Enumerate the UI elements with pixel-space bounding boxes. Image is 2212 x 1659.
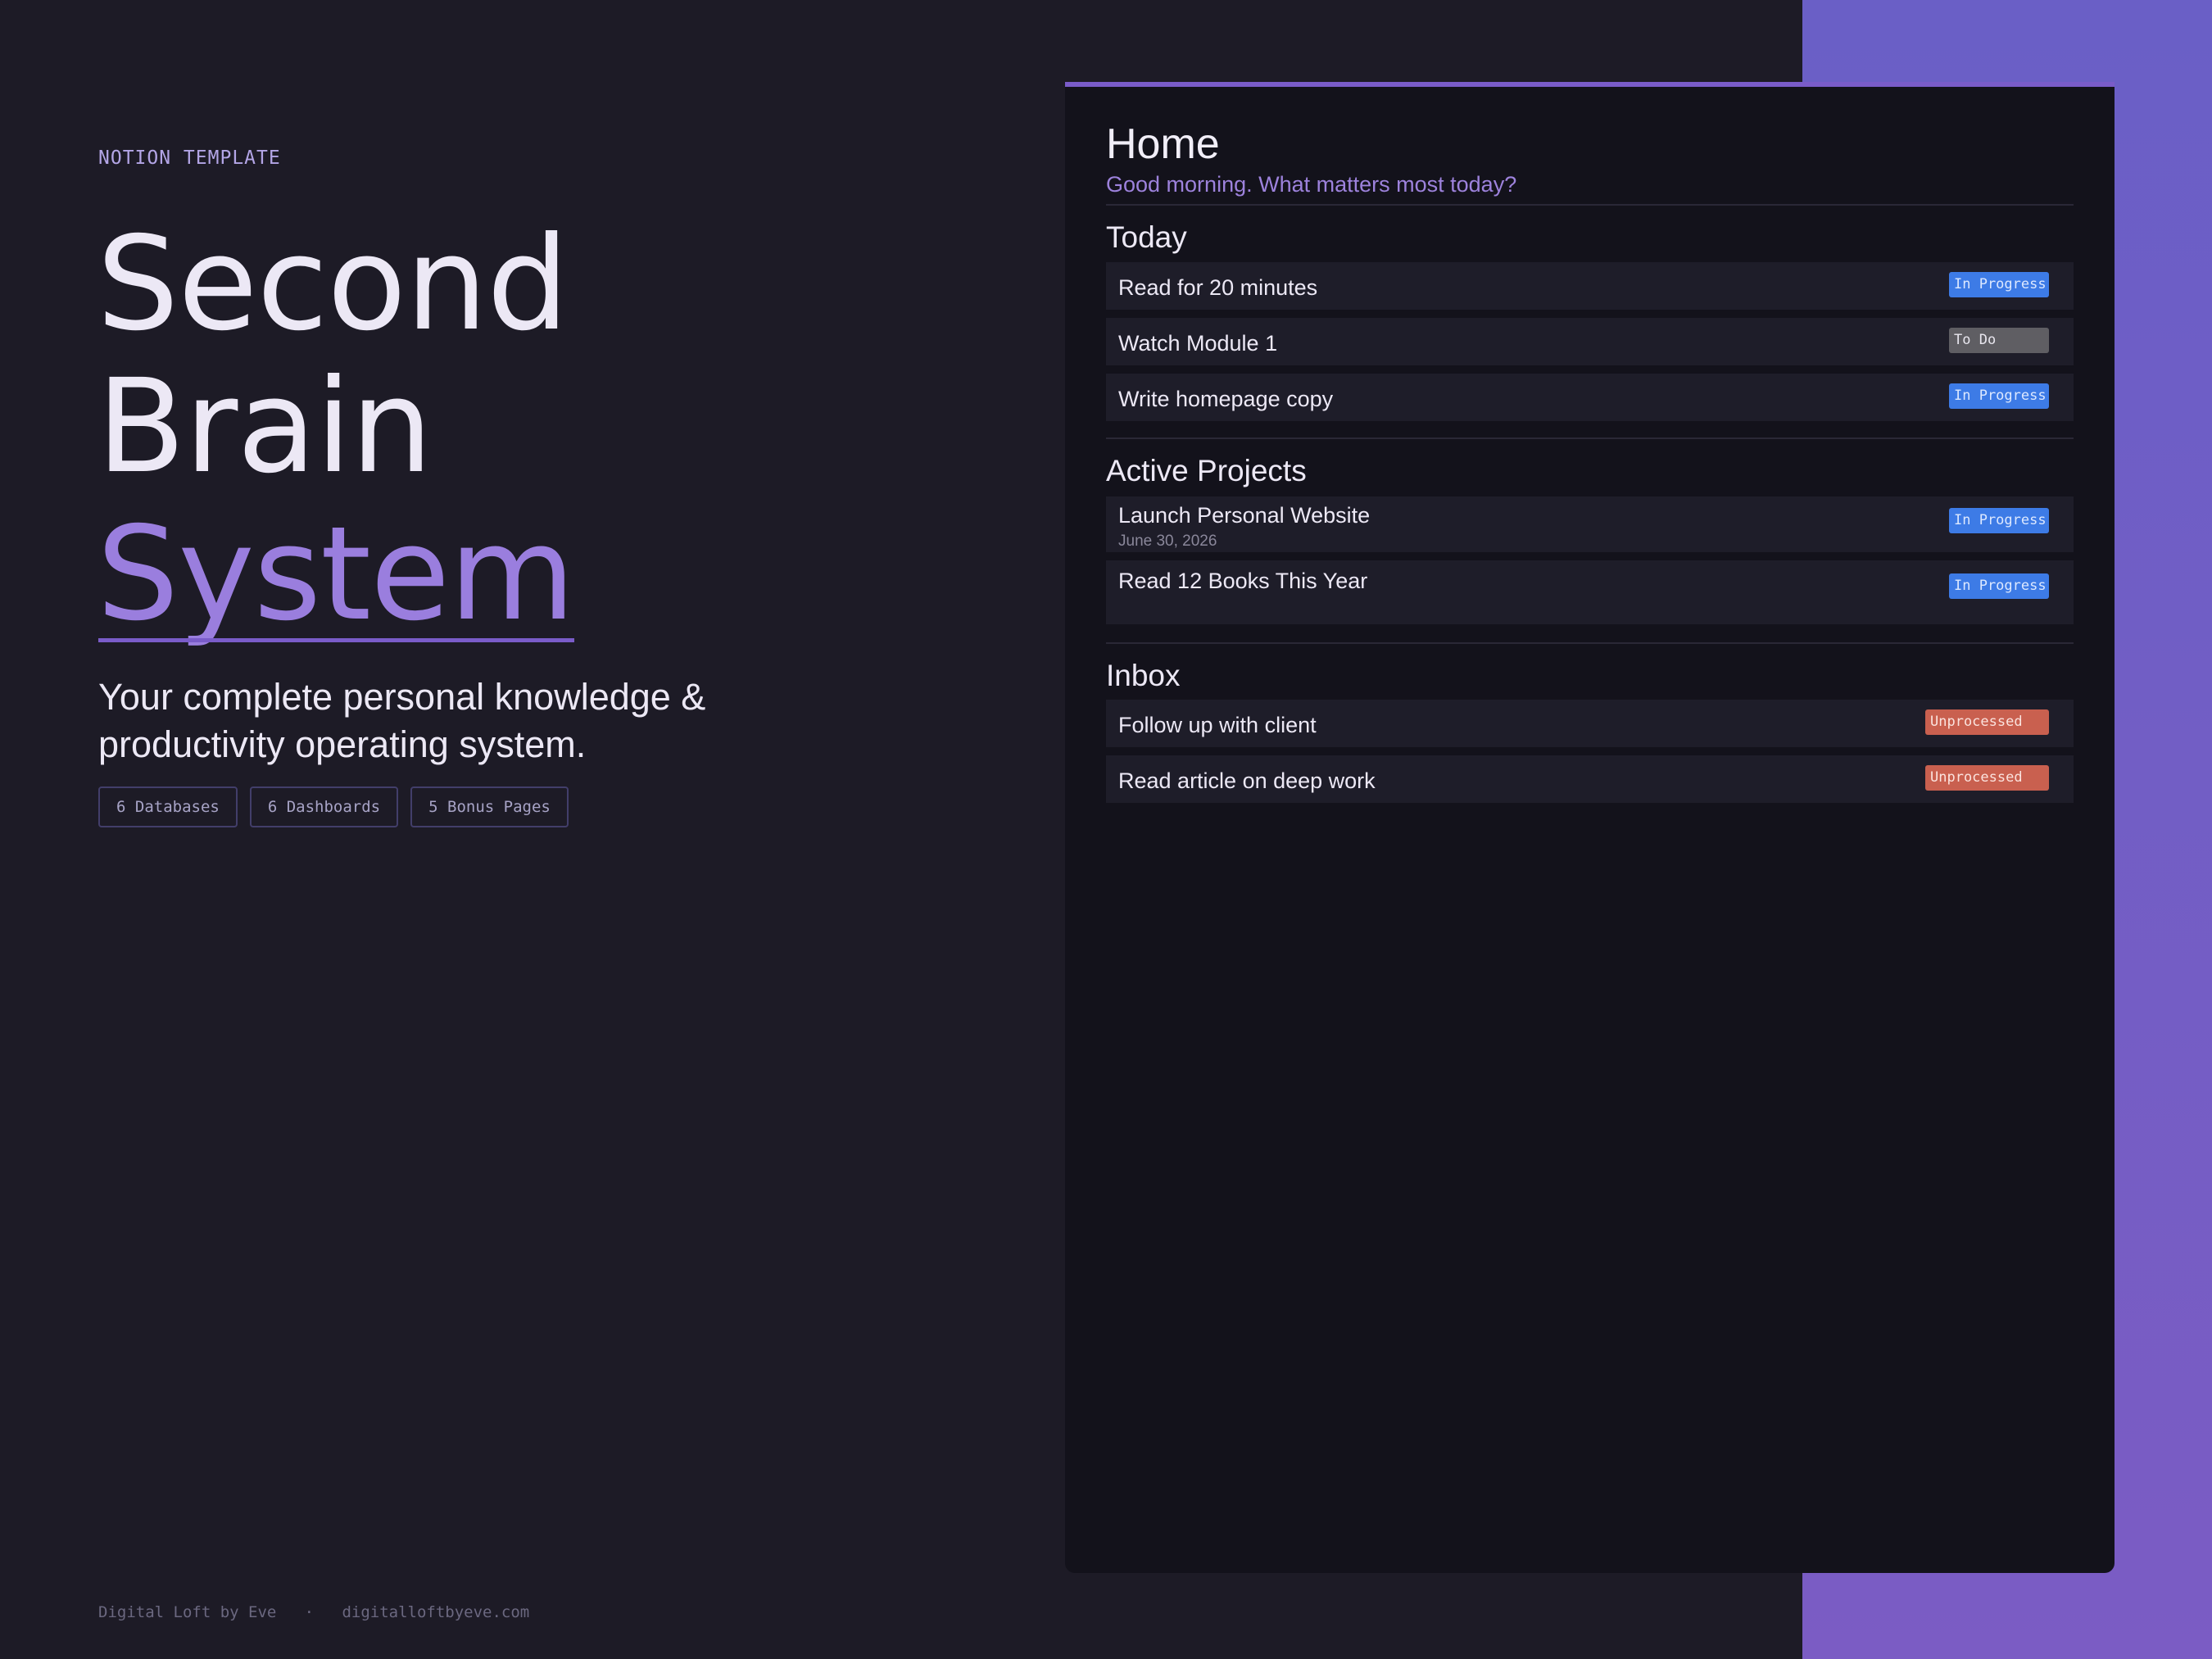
chip-bonus-pages: 5 Bonus Pages bbox=[410, 786, 569, 827]
status-badge[interactable]: To Do bbox=[1949, 328, 2049, 353]
page-title: Home bbox=[1106, 120, 1220, 168]
section-title-projects: Active Projects bbox=[1106, 454, 1307, 487]
feature-chips: 6 Databases 6 Dashboards 5 Bonus Pages bbox=[98, 786, 569, 827]
chip-databases: 6 Databases bbox=[98, 786, 238, 827]
list-item[interactable]: Write homepage copy In Progress bbox=[1106, 374, 2074, 421]
list-item[interactable]: Watch Module 1 To Do bbox=[1106, 318, 2074, 365]
list-item[interactable]: Follow up with client Unprocessed bbox=[1106, 700, 2074, 747]
status-badge[interactable]: In Progress bbox=[1949, 573, 2049, 599]
eyebrow-label: NOTION TEMPLATE bbox=[98, 147, 281, 169]
list-item-date: June 30, 2026 bbox=[1118, 533, 1217, 550]
section-title-today: Today bbox=[1106, 220, 1187, 254]
chip-dashboards: 6 Dashboards bbox=[249, 786, 399, 827]
list-item[interactable]: Read for 20 minutes In Progress bbox=[1106, 262, 2074, 310]
list-item-label: Read article on deep work bbox=[1118, 768, 1376, 793]
list-item-label: Read for 20 minutes bbox=[1118, 275, 1318, 300]
section-title-inbox: Inbox bbox=[1106, 659, 1181, 692]
divider bbox=[1106, 642, 2074, 644]
list-item-label: Launch Personal Website bbox=[1118, 503, 1371, 528]
list-item[interactable]: Launch Personal Website June 30, 2026 In… bbox=[1106, 496, 2074, 552]
list-item[interactable]: Read 12 Books This Year In Progress bbox=[1106, 560, 2074, 624]
hero-title-line-1: Second bbox=[97, 209, 569, 360]
footer: Digital Loft by Eve · digitalloftbyeve.c… bbox=[98, 1603, 529, 1621]
status-badge[interactable]: Unprocessed bbox=[1925, 765, 2049, 791]
status-badge[interactable]: Unprocessed bbox=[1925, 709, 2049, 735]
page-greeting: Good morning. What matters most today? bbox=[1106, 172, 1517, 197]
status-badge[interactable]: In Progress bbox=[1949, 383, 2049, 409]
hero-subtitle: Your complete personal knowledge & produ… bbox=[98, 676, 706, 765]
hero-title-line-3: System bbox=[97, 499, 575, 650]
list-item[interactable]: Read article on deep work Unprocessed bbox=[1106, 755, 2074, 803]
notion-page-preview: Home Good morning. What matters most tod… bbox=[1065, 82, 2115, 1573]
list-item-label: Write homepage copy bbox=[1118, 387, 1334, 411]
footer-brand: Digital Loft by Eve bbox=[98, 1603, 277, 1621]
list-item-label: Watch Module 1 bbox=[1118, 331, 1278, 356]
status-badge[interactable]: In Progress bbox=[1949, 508, 2049, 533]
status-badge[interactable]: In Progress bbox=[1949, 272, 2049, 297]
hero-underline bbox=[98, 638, 574, 642]
footer-url: digitalloftbyeve.com bbox=[342, 1603, 530, 1621]
divider bbox=[1106, 437, 2074, 439]
divider bbox=[1106, 204, 2074, 206]
list-item-label: Read 12 Books This Year bbox=[1118, 569, 1368, 593]
hero-title-line-2: Brain bbox=[97, 351, 433, 502]
list-item-label: Follow up with client bbox=[1118, 713, 1317, 737]
footer-separator: · bbox=[304, 1603, 315, 1621]
